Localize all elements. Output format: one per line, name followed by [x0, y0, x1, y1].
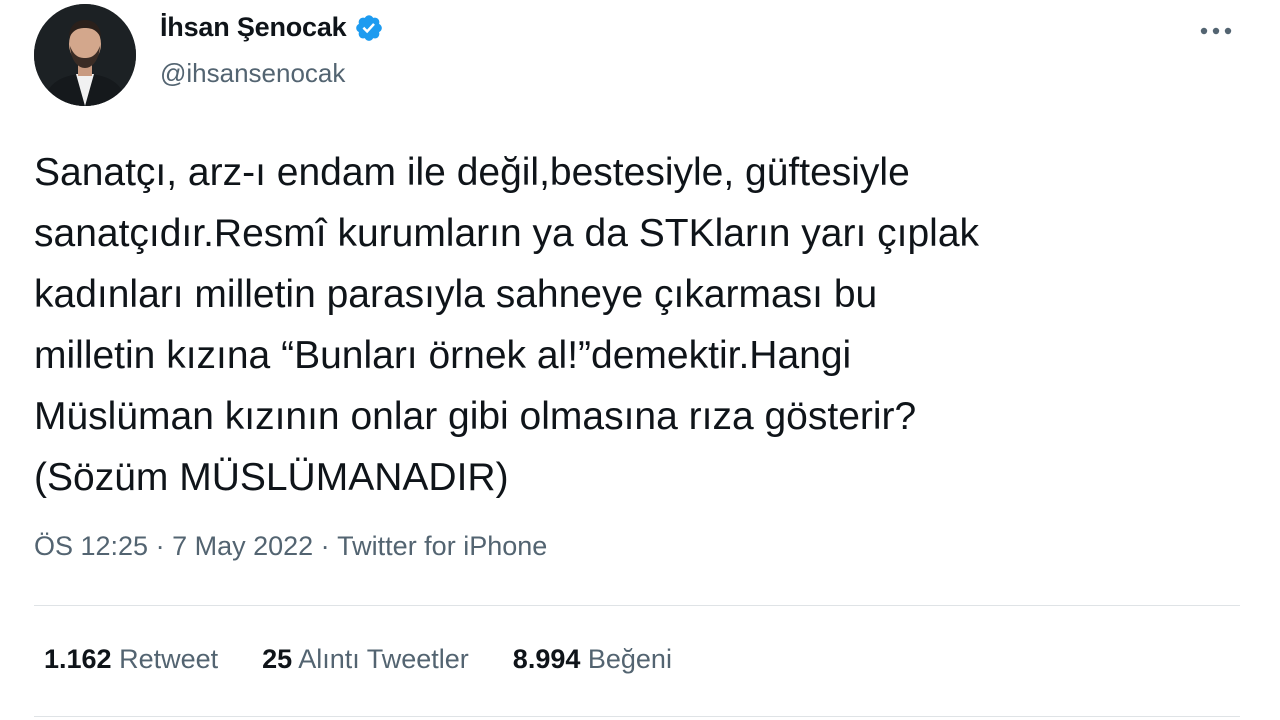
- retweets-count: 1.162: [44, 644, 112, 674]
- likes-count: 8.994: [512, 644, 581, 674]
- profile-avatar-image: [34, 4, 136, 106]
- tweet-source[interactable]: Twitter for iPhone: [337, 531, 547, 562]
- author-display-name[interactable]: İhsan Şenocak: [160, 12, 347, 43]
- tweet-metadata: ÖS 12:25 · 7 May 2022 · Twitter for iPho…: [34, 531, 547, 562]
- divider: [34, 716, 1240, 717]
- more-options-icon[interactable]: [1196, 14, 1236, 48]
- quote-tweets-label: Alıntı Tweetler: [292, 644, 469, 674]
- retweets-stat[interactable]: 1.162 Retweet: [44, 644, 218, 675]
- quote-tweets-count: 25: [262, 644, 293, 674]
- meta-separator: ·: [313, 531, 338, 561]
- author-name-row: İhsan Şenocak: [160, 12, 384, 43]
- verified-badge-icon: [354, 13, 384, 43]
- likes-label: Beğeni: [580, 644, 672, 674]
- engagement-stats: 1.162 Retweet 25 Alıntı Tweetler 8.994 B…: [44, 644, 672, 675]
- likes-stat[interactable]: 8.994 Beğeni: [513, 644, 672, 675]
- author-handle[interactable]: @ihsansenocak: [160, 58, 345, 89]
- quote-tweets-stat[interactable]: 25 Alıntı Tweetler: [262, 644, 469, 675]
- meta-separator: ·: [148, 531, 173, 561]
- tweet-text: Sanatçı, arz-ı endam ile değil,bestesiyl…: [34, 151, 980, 499]
- tweet-date[interactable]: 7 May 2022: [172, 531, 313, 562]
- tweet-card: İhsan Şenocak @ihsansenocak Sanatçı, arz…: [0, 0, 1280, 720]
- avatar[interactable]: [34, 4, 136, 106]
- retweets-label: Retweet: [111, 644, 219, 674]
- tweet-time[interactable]: ÖS 12:25: [34, 531, 148, 562]
- divider: [34, 605, 1240, 606]
